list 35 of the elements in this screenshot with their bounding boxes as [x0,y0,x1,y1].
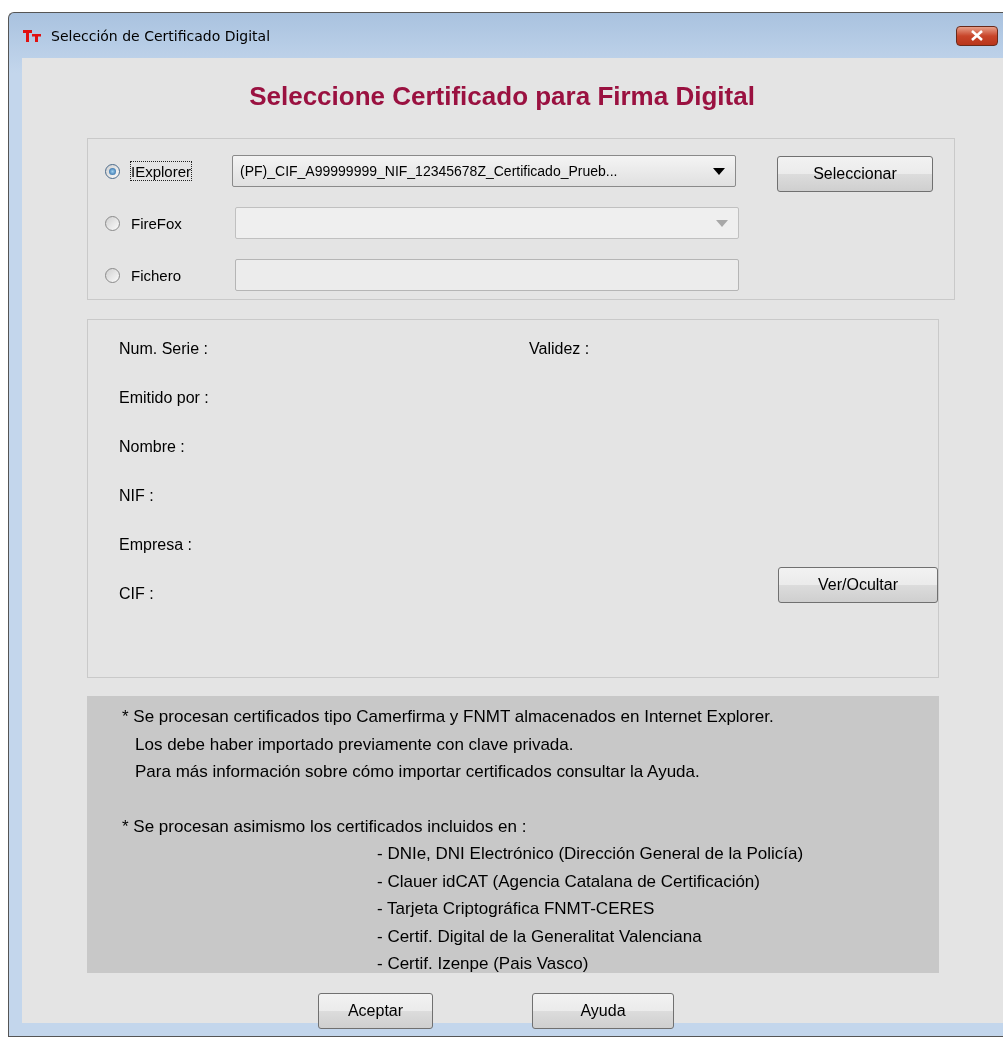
file-path-field[interactable] [235,259,739,291]
radio-label[interactable]: IExplorer [130,161,193,181]
note-text: Los debe haber importado previamente con clave privada. [134,733,575,756]
list-item: - Certif. Digital de la Generalitat Valenciana [376,925,703,948]
note-text: * Se procesan certificados tipo Camerfirma y FNMT almacenados en Internet Explorer. [122,706,775,728]
list-item: - Certif. Izenpe (Pais Vasco) [376,953,590,975]
field-label: Nombre : [119,437,186,457]
field-label: NIF : [119,486,155,506]
radio-label[interactable]: FireFox [130,213,192,233]
list-item: - Tarjeta Criptográfica FNMT-CERES [376,898,656,920]
dropdown-arrow-icon [713,167,726,175]
field-label: Emitido por : [119,388,210,408]
certificate-dropdown[interactable]: (PF)_CIF_A99999999_NIF_12345678Z_Certificado_Prueb... [232,155,737,187]
dialog-heading: Seleccione Certificado para Firma Digital [248,80,756,113]
radio-button[interactable] [105,215,120,231]
note-text: * Se procesan asimismo los certificados incluidos en : [122,815,528,838]
radio-label[interactable]: Fichero [130,265,192,285]
dropdown-arrow-icon [716,219,728,227]
radio-button[interactable] [105,163,120,179]
field-label: CIF : [119,584,155,604]
list-item: - Clauer idCAT (Agencia Catalana de Certificación) [376,870,761,893]
radio-button[interactable] [105,267,120,283]
note-text: Para más información sobre cómo importar certificados consultar la Ayuda. [134,761,701,783]
dialog-button[interactable]: Ayuda [532,993,674,1029]
close-icon [970,30,984,41]
field-label: Num. Serie : [119,339,209,359]
window-title: Selección de Certificado Digital [51,27,271,44]
close-button[interactable] [956,25,998,46]
list-item: - DNIe, DNI Electrónico (Dirección General de la Policía) [376,843,805,865]
dialog-button[interactable]: Aceptar [318,993,433,1029]
select-button[interactable]: Seleccionar [777,156,933,192]
app-logo-icon [23,29,41,42]
show-hide-button[interactable]: Ver/Ocultar [778,567,938,603]
field-label: Empresa : [119,535,193,555]
field-label: Validez : [529,340,590,357]
